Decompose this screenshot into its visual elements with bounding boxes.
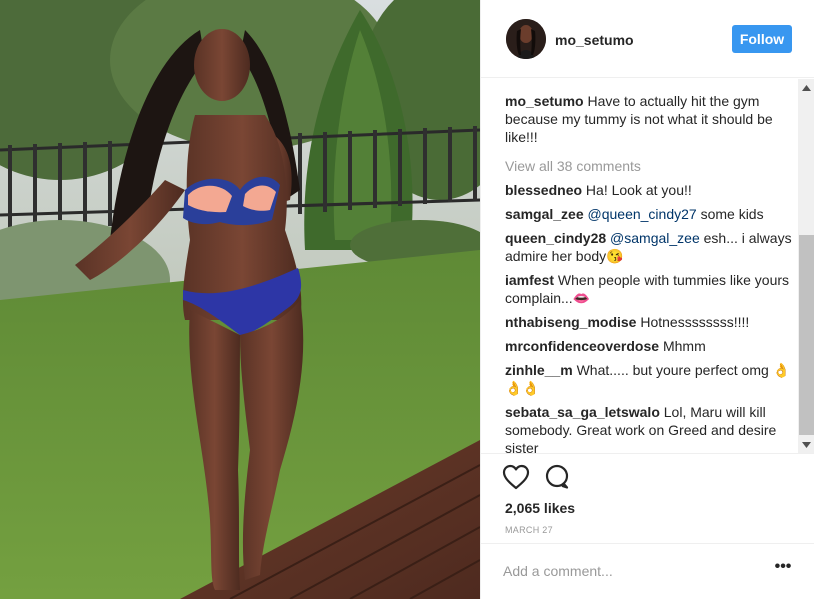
comment-username[interactable]: blessedneo bbox=[505, 182, 582, 198]
post-photo bbox=[0, 0, 480, 599]
header-username[interactable]: mo_setumo bbox=[555, 32, 634, 48]
post-header: mo_setumo Follow bbox=[481, 0, 814, 78]
scroll-up-button[interactable] bbox=[798, 79, 814, 96]
comment-text: some kids bbox=[696, 206, 764, 222]
view-all-comments-link[interactable]: View all 38 comments bbox=[505, 157, 795, 175]
comment-mention-link[interactable]: @queen_cindy27 bbox=[588, 206, 697, 222]
scroll-thumb[interactable] bbox=[799, 235, 814, 435]
avatar[interactable] bbox=[506, 19, 546, 59]
post-actions: 2,065 likes MARCH 27 bbox=[481, 453, 814, 543]
heart-outline-icon bbox=[502, 464, 530, 490]
comment-item: samgal_zee @queen_cindy27 some kids bbox=[505, 205, 795, 223]
comment-username[interactable]: nthabiseng_modise bbox=[505, 314, 636, 330]
comment-item: zinhle__m What..... but youre perfect om… bbox=[505, 361, 795, 397]
avatar-image bbox=[506, 19, 546, 59]
caption-username[interactable]: mo_setumo bbox=[505, 93, 584, 109]
comment-username[interactable]: mrconfidenceoverdose bbox=[505, 338, 659, 354]
post-date[interactable]: MARCH 27 bbox=[505, 525, 553, 535]
comment-text: Ha! Look at you!! bbox=[585, 182, 692, 198]
comment-item: queen_cindy28 @samgal_zee esh... i alway… bbox=[505, 229, 795, 265]
post-sidebar: mo_setumo Follow mo_setumo Have to actua… bbox=[480, 0, 814, 599]
comment-item: iamfest When people with tummies like yo… bbox=[505, 271, 795, 307]
comment-text: Hotnessssssss!!!! bbox=[640, 314, 750, 330]
comment-item: mrconfidenceoverdose Mhmm bbox=[505, 337, 795, 355]
scroll-down-button[interactable] bbox=[798, 436, 814, 453]
comment-button[interactable] bbox=[542, 462, 572, 492]
caption: mo_setumo Have to actually hit the gym b… bbox=[505, 92, 795, 146]
post-photo-illustration bbox=[0, 0, 480, 599]
comments-list: mo_setumo Have to actually hit the gym b… bbox=[505, 92, 795, 453]
comment-item: nthabiseng_modise Hotnessssssss!!!! bbox=[505, 313, 795, 331]
more-options-button[interactable]: ••• bbox=[771, 559, 795, 582]
speech-bubble-icon bbox=[545, 464, 569, 489]
add-comment-input[interactable] bbox=[503, 560, 753, 582]
comment-username[interactable]: queen_cindy28 bbox=[505, 230, 606, 246]
comment-mention-link[interactable]: @samgal_zee bbox=[610, 230, 700, 246]
triangle-down-icon bbox=[802, 441, 811, 448]
comment-username[interactable]: sebata_sa_ga_letswalo bbox=[505, 404, 660, 420]
comment-text: Mhmm bbox=[662, 338, 706, 354]
comments-scrollbar[interactable] bbox=[798, 79, 814, 453]
comment-item: sebata_sa_ga_letswalo Lol, Maru will kil… bbox=[505, 403, 795, 453]
likes-count[interactable]: 2,065 likes bbox=[505, 500, 575, 516]
add-comment-bar: ••• bbox=[481, 543, 814, 599]
triangle-up-icon bbox=[802, 84, 811, 91]
comment-item: blessedneo Ha! Look at you!! bbox=[505, 181, 795, 199]
comment-username[interactable]: iamfest bbox=[505, 272, 554, 288]
comment-username[interactable]: zinhle__m bbox=[505, 362, 573, 378]
follow-button[interactable]: Follow bbox=[732, 25, 792, 53]
comments-section[interactable]: mo_setumo Have to actually hit the gym b… bbox=[481, 79, 814, 453]
comment-username[interactable]: samgal_zee bbox=[505, 206, 584, 222]
like-button[interactable] bbox=[501, 462, 531, 492]
comment-items: blessedneo Ha! Look at you!! samgal_zee @… bbox=[505, 181, 795, 453]
